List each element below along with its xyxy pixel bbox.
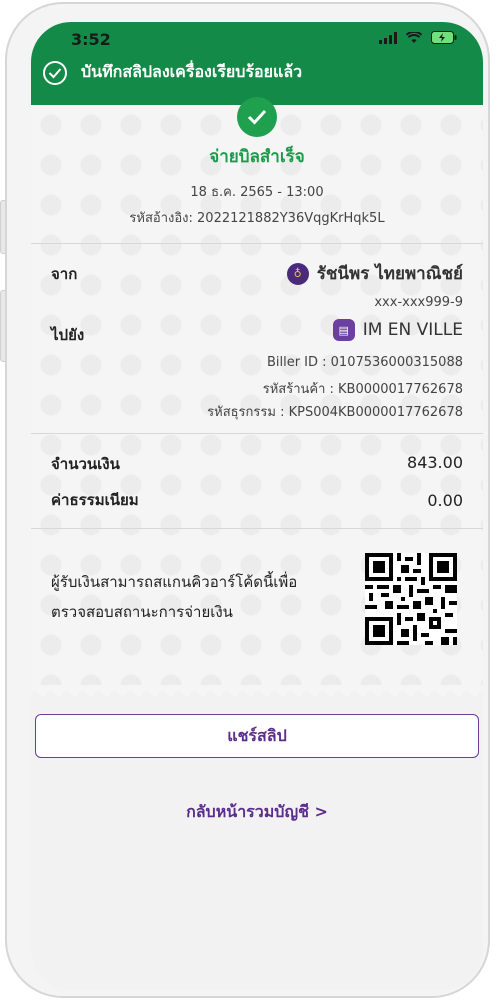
- bank-logo-icon: ♁: [286, 262, 309, 285]
- merchant-code: รหัสร้านค้า : KB0000017762678: [262, 382, 463, 397]
- merchant-logo-icon: ▤: [332, 319, 355, 341]
- from-account-number: xxx-xxx999-9: [374, 295, 463, 310]
- divider: [31, 528, 483, 529]
- to-name-text: IM EN VILLE: [362, 320, 463, 340]
- divider: [31, 243, 483, 244]
- qr-instruction-line2: ตรวจสอบสถานะการจ่ายเงิน: [51, 603, 233, 621]
- wifi-icon: [406, 31, 422, 43]
- phone-frame: 3:52 บันทึกสลิปลงเครื่องเรียบร้อยแล้ว จ่…: [5, 2, 490, 998]
- fee-label: ค่าธรรมเนียม: [51, 491, 139, 509]
- qr-code-icon[interactable]: [365, 553, 457, 645]
- screen: 3:52 บันทึกสลิปลงเครื่องเรียบร้อยแล้ว จ่…: [31, 22, 483, 990]
- qr-instruction: ผู้รับเงินสามารถสแกนคิวอาร์โค้ดนี้เพื่อ …: [51, 567, 297, 627]
- status-time: 3:52: [71, 30, 111, 49]
- header-row: บันทึกสลิปลงเครื่องเรียบร้อยแล้ว: [43, 60, 302, 85]
- header-title: บันทึกสลิปลงเครื่องเรียบร้อยแล้ว: [81, 62, 303, 81]
- from-account-name: ♁ รัชนีพร ไทยพาณิชย์: [286, 260, 463, 287]
- transaction-code: รหัสธุรกรรม : KPS004KB0000017762678: [207, 405, 463, 420]
- reference-number: รหัสอ้างอิง: 2022121882Y36VqgKrHqk5L: [129, 211, 385, 226]
- check-circle-icon: [43, 60, 67, 85]
- signal-icon: [379, 31, 397, 44]
- header-bar: 3:52 บันทึกสลิปลงเครื่องเรียบร้อยแล้ว: [31, 22, 483, 105]
- status-icons: [379, 31, 457, 44]
- amount-label: จำนวนเงิน: [51, 455, 120, 473]
- success-title: จ่ายบิลสำเร็จ: [209, 147, 305, 167]
- from-name-text: รัชนีพร ไทยพาณิชย์: [316, 264, 463, 284]
- divider: [31, 433, 483, 434]
- transaction-datetime: 18 ธ.ค. 2565 - 13:00: [190, 185, 324, 200]
- share-slip-button[interactable]: แชร์สลิป: [35, 714, 479, 758]
- receipt-card: จ่ายบิลสำเร็จ 18 ธ.ค. 2565 - 13:00 รหัสอ…: [31, 97, 483, 685]
- success-check-icon: [237, 97, 277, 137]
- amount-value: 843.00: [407, 453, 463, 472]
- to-label: ไปยัง: [51, 326, 85, 344]
- qr-instruction-line1: ผู้รับเงินสามารถสแกนคิวอาร์โค้ดนี้เพื่อ: [51, 573, 298, 591]
- to-merchant-name: ▤ IM EN VILLE: [332, 319, 463, 341]
- back-to-accounts-link[interactable]: กลับหน้ารวมบัญชี >: [31, 800, 483, 825]
- from-label: จาก: [51, 265, 78, 283]
- battery-charging-icon: [431, 31, 457, 44]
- receipt-torn-edge: [31, 685, 483, 697]
- biller-id: Biller ID : 0107536000315088: [266, 355, 463, 370]
- fee-value: 0.00: [427, 491, 463, 510]
